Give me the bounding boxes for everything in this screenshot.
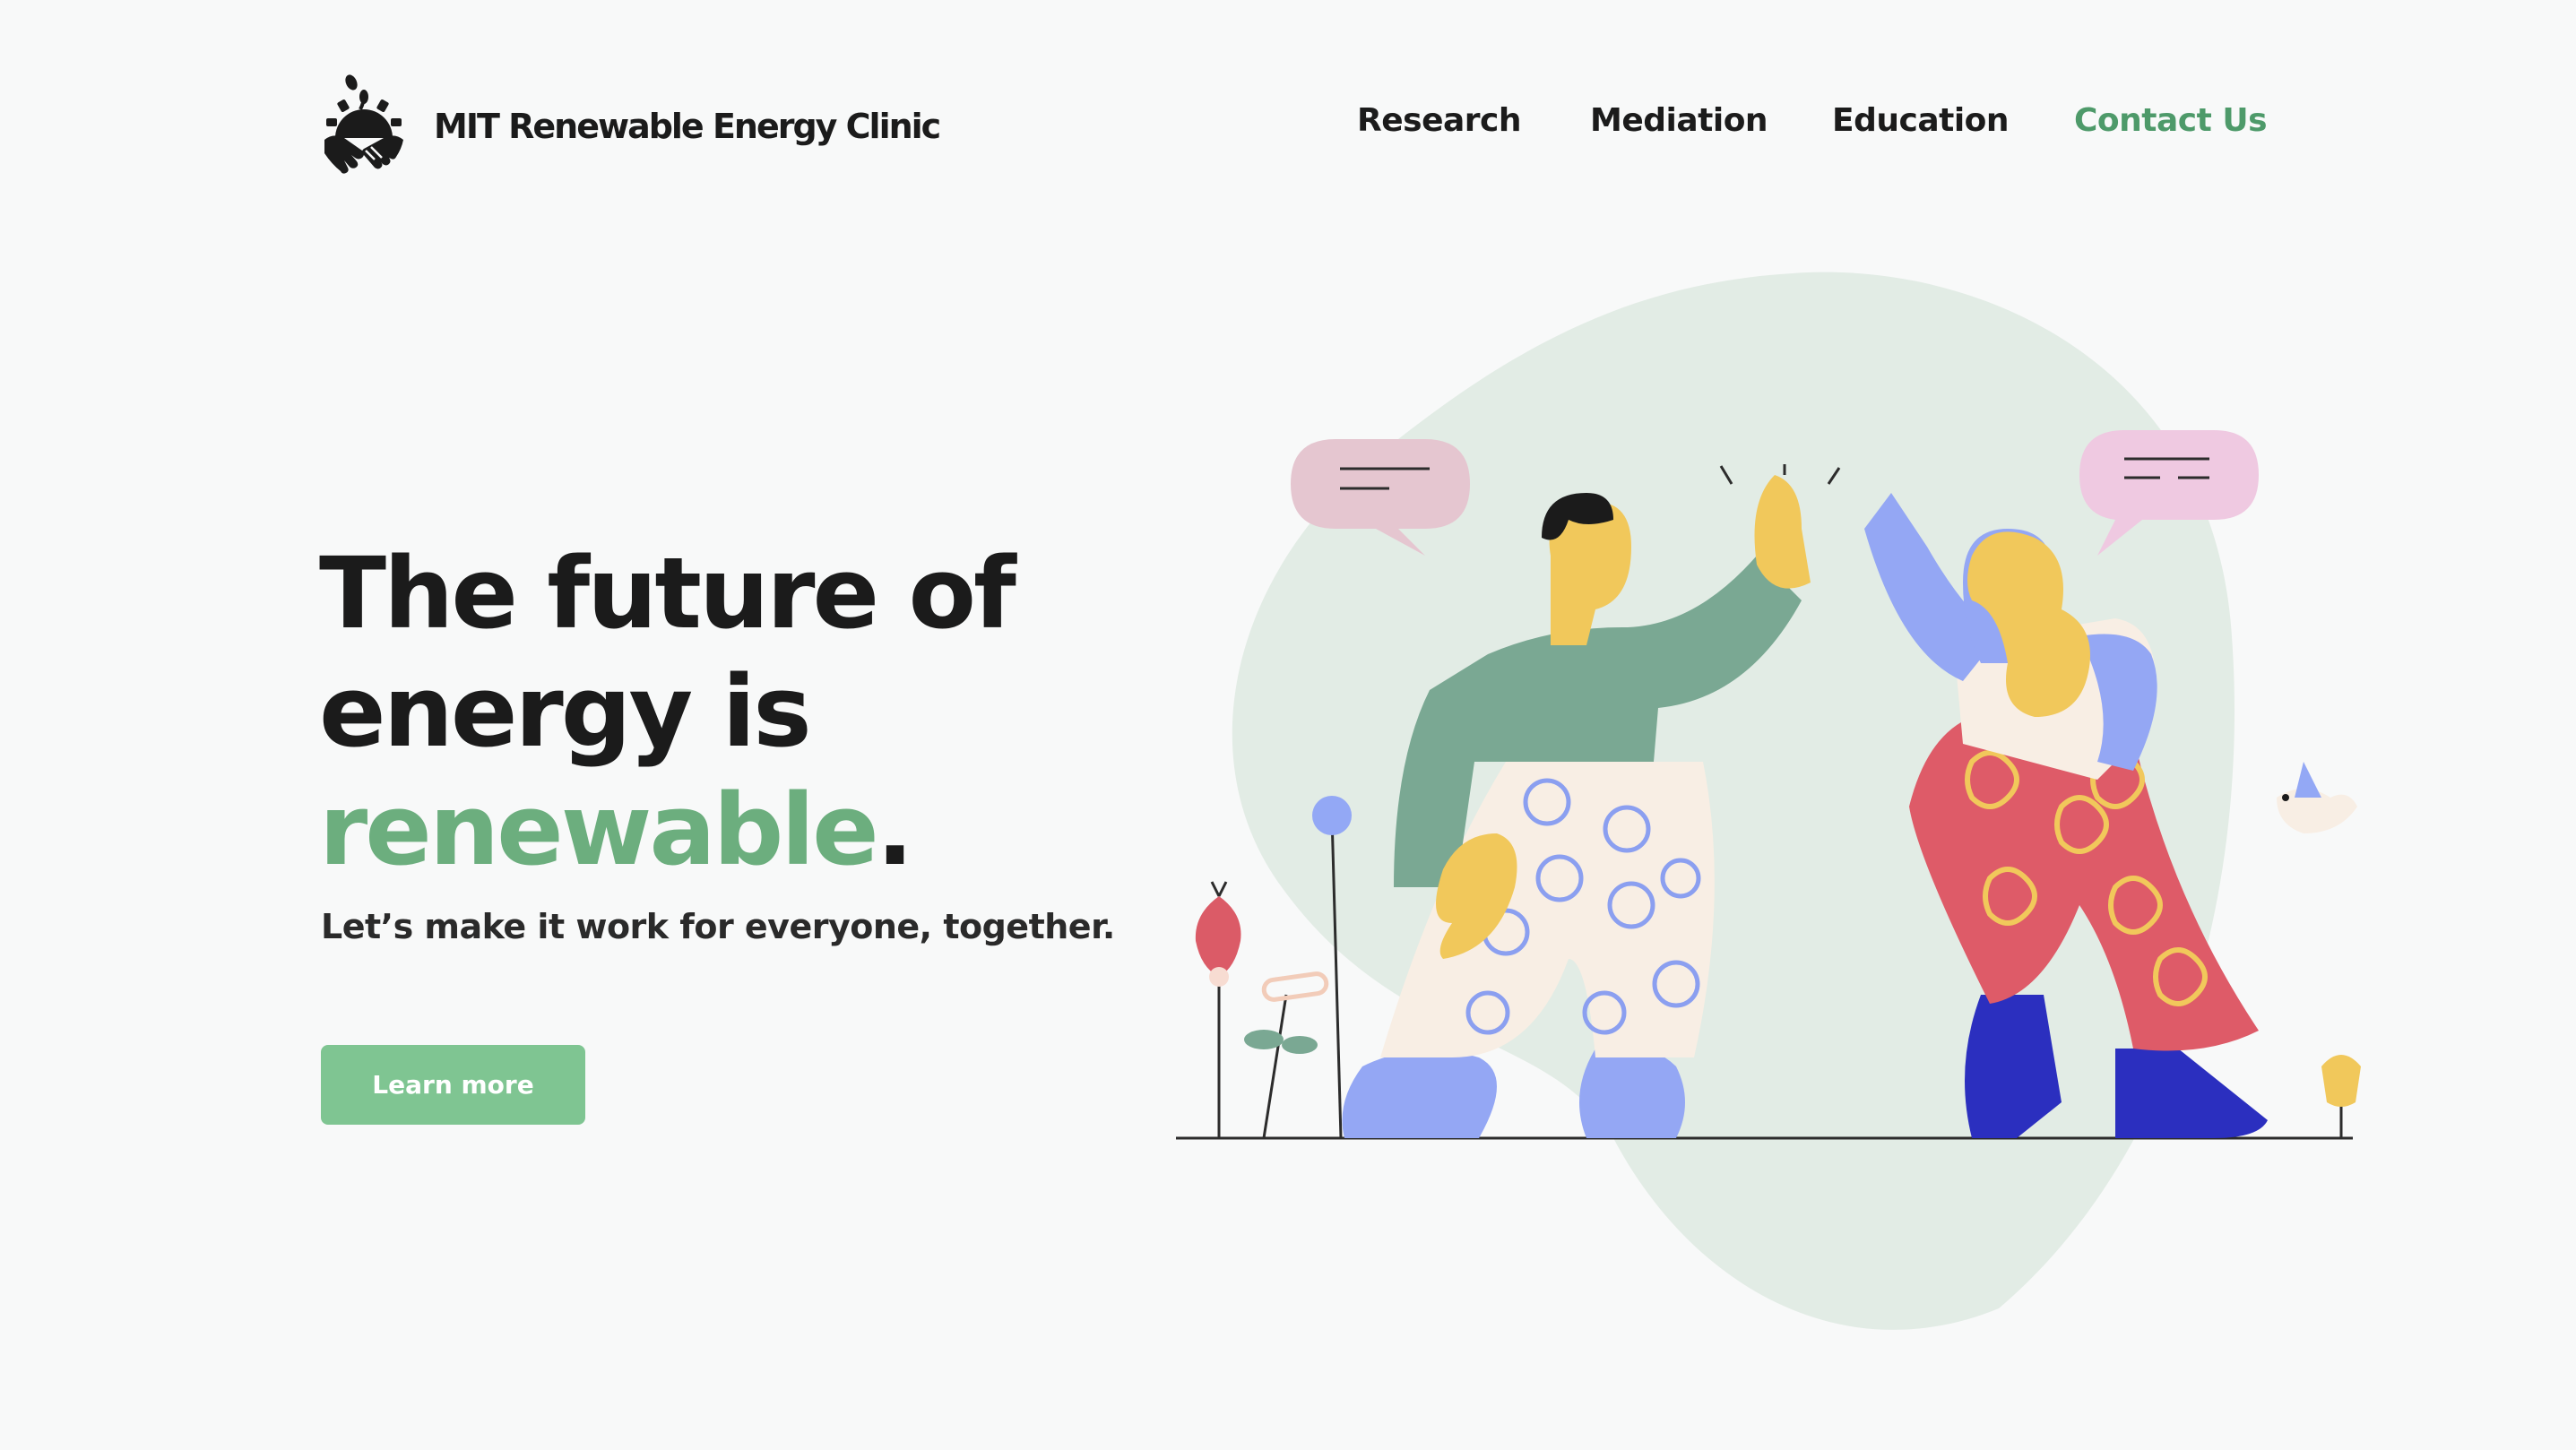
headline-period: . bbox=[876, 772, 914, 887]
nav-contact-us[interactable]: Contact Us bbox=[2074, 102, 2268, 139]
brand-logo[interactable]: MIT Renewable Energy Clinic bbox=[321, 73, 941, 179]
bird-icon bbox=[2277, 762, 2357, 833]
plant-sprout-icon bbox=[1244, 971, 1329, 1139]
high-five-illustration bbox=[1176, 272, 2361, 1330]
handshake-sun-logo-icon bbox=[324, 74, 403, 174]
brand-name: MIT Renewable Energy Clinic bbox=[434, 107, 941, 146]
headline-line-2: energy is bbox=[319, 654, 812, 769]
nav-mediation[interactable]: Mediation bbox=[1590, 102, 1768, 139]
plant-radish-icon bbox=[1195, 881, 1241, 1138]
main-nav: Research Mediation Education Contact Us bbox=[1344, 102, 2268, 149]
nav-education[interactable]: Education bbox=[1832, 102, 2010, 139]
hero-headline: The future of energy is renewable. bbox=[319, 534, 1215, 889]
headline-line-1: The future of bbox=[319, 536, 1016, 651]
nav-research[interactable]: Research bbox=[1357, 102, 1522, 139]
headline-accent-word: renewable bbox=[319, 772, 879, 887]
learn-more-button[interactable]: Learn more bbox=[321, 1045, 585, 1125]
plant-tulip-icon bbox=[2321, 1055, 2361, 1138]
page: MIT Renewable Energy Clinic Research Med… bbox=[0, 0, 2576, 1450]
hero-subtitle: Let’s make it work for everyone, togethe… bbox=[321, 907, 1115, 946]
